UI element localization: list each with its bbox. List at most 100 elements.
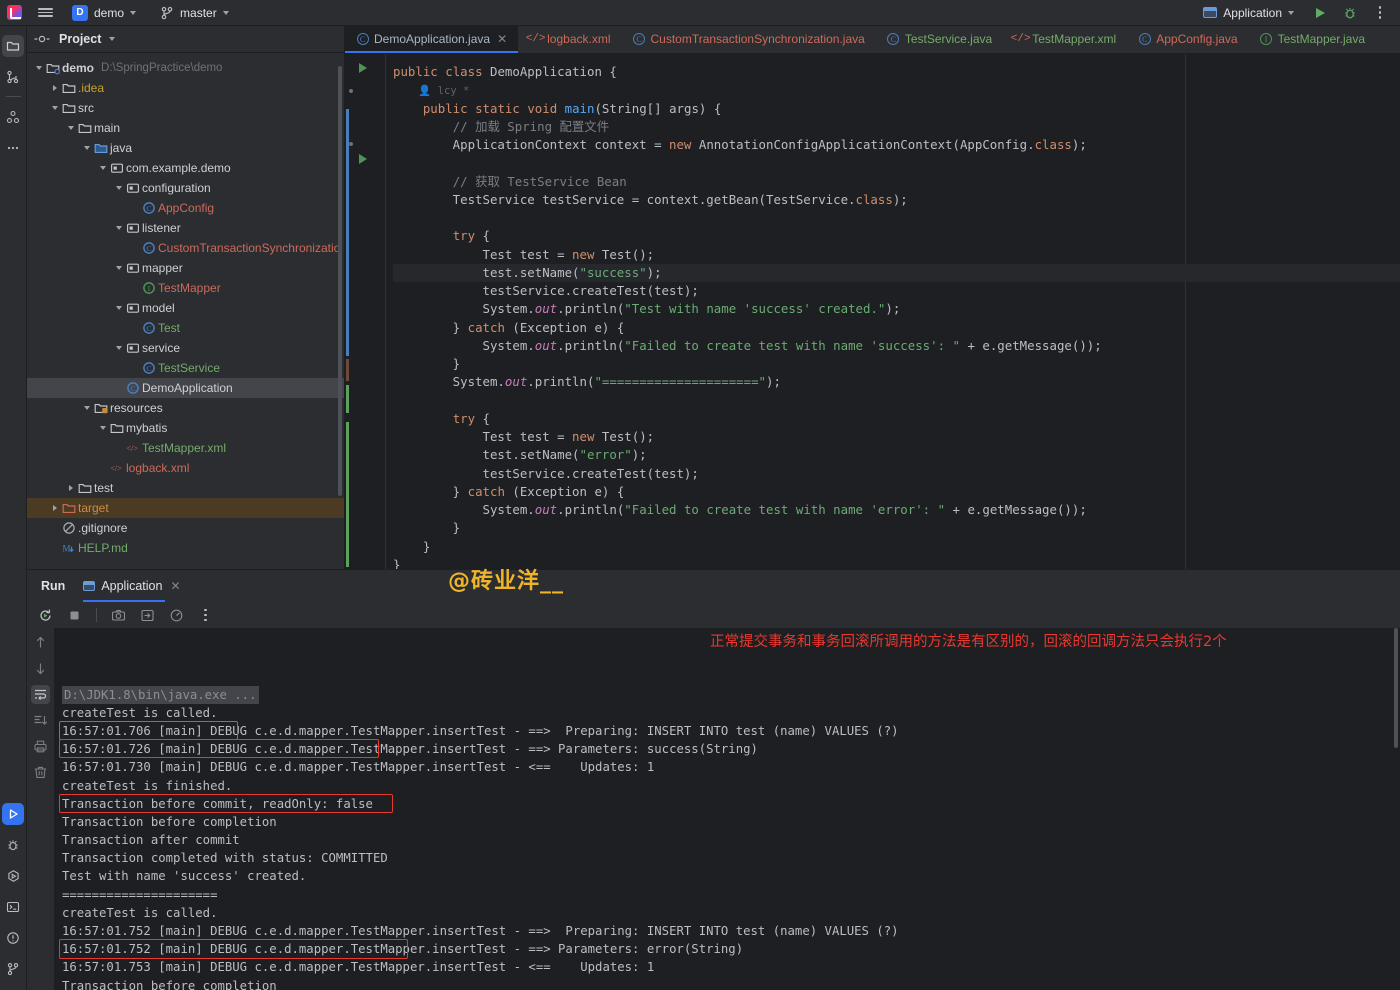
close-icon[interactable]: ✕ [497, 32, 507, 46]
svg-text:</>: </> [126, 444, 138, 453]
tree-item-idea[interactable]: .idea [27, 78, 344, 98]
tree-item-customtransactionsynchronizatio[interactable]: C CustomTransactionSynchronizatio [27, 238, 344, 258]
chevron-down-icon[interactable] [81, 403, 92, 414]
sidebar-item-structure[interactable] [2, 106, 24, 128]
scroll-to-end-button[interactable] [31, 711, 50, 730]
soft-wrap-button[interactable] [31, 685, 50, 704]
editor-tab-bar[interactable]: C DemoApplication.java ✕ </> logback.xml C Cus… [345, 26, 1400, 54]
clear-all-button[interactable] [31, 763, 50, 782]
chevron-down-icon[interactable] [97, 423, 108, 434]
editor-code-area[interactable]: public class DemoApplication { 👤 lcy * p… [393, 54, 1400, 569]
tree-item-test[interactable]: C Test [27, 318, 344, 338]
tree-item-demoapplication[interactable]: C DemoApplication [27, 378, 344, 398]
editor-tab-demoapplication-java[interactable]: C DemoApplication.java ✕ [345, 26, 519, 53]
run-class-gutter-icon[interactable] [359, 63, 367, 73]
code-line: try { [452, 410, 490, 426]
tree-item-mybatis[interactable]: mybatis [27, 418, 344, 438]
run-configuration-selector[interactable]: Application [1197, 4, 1300, 22]
stop-button[interactable] [65, 606, 84, 625]
sidebar-item-run[interactable] [2, 803, 24, 825]
chevron-down-icon[interactable] [65, 123, 76, 134]
run-method-gutter-icon[interactable] [359, 154, 367, 164]
hamburger-menu-icon[interactable] [28, 6, 62, 20]
run-panel-header: Run Application ✕ [27, 570, 1400, 602]
chevron-down-icon[interactable] [81, 143, 92, 154]
tree-item-service[interactable]: service [27, 338, 344, 358]
editor-tab-testmapper-xml[interactable]: </> TestMapper.xml [1003, 26, 1127, 53]
rerun-button[interactable] [36, 606, 55, 625]
tree-item-target[interactable]: target [27, 498, 344, 518]
editor-tab-logback-xml[interactable]: </> logback.xml [518, 26, 621, 53]
chevron-down-icon[interactable] [33, 63, 44, 74]
run-button[interactable] [1310, 3, 1330, 23]
tree-item-test[interactable]: test [27, 478, 344, 498]
chevron-down-icon[interactable] [49, 103, 60, 114]
editor-gutter[interactable] [345, 54, 385, 569]
tree-item-gitignore[interactable]: .gitignore [27, 518, 344, 538]
chevron-down-icon[interactable] [113, 303, 124, 314]
tree-item-listener[interactable]: listener [27, 218, 344, 238]
sidebar-item-problems[interactable] [2, 927, 24, 949]
project-selector[interactable]: D demo [66, 3, 142, 23]
chevron-down-icon[interactable] [113, 343, 124, 354]
screenshot-button[interactable] [109, 606, 128, 625]
chevron-down-icon[interactable] [97, 163, 108, 174]
project-scrollbar[interactable] [338, 66, 342, 496]
project-tree[interactable]: demo D:\SpringPractice\demo .idea src main ja… [27, 53, 344, 569]
scroll-up-button[interactable] [31, 633, 50, 652]
hide-toolwindow-icon[interactable] [33, 30, 51, 48]
tree-item-src[interactable]: src [27, 98, 344, 118]
sidebar-item-debug[interactable] [2, 834, 24, 856]
scroll-down-button[interactable] [31, 659, 50, 678]
tree-item-demo[interactable]: demo D:\SpringPractice\demo [27, 58, 344, 78]
tree-item-resources[interactable]: resources [27, 398, 344, 418]
tree-item-logback-xml[interactable]: </> logback.xml [27, 458, 344, 478]
editor-tab-testservice-java[interactable]: C TestService.java [876, 26, 1003, 53]
chevron-down-icon[interactable] [113, 223, 124, 234]
sidebar-item-more[interactable] [2, 137, 24, 159]
console-line: 16:57:01.752 [main] DEBUG c.e.d.mapper.T… [62, 924, 899, 939]
sidebar-item-git[interactable] [2, 958, 24, 980]
tree-item-appconfig[interactable]: C AppConfig [27, 198, 344, 218]
sidebar-item-services[interactable] [2, 865, 24, 887]
sidebar-item-terminal[interactable] [2, 896, 24, 918]
chevron-down-icon[interactable] [113, 183, 124, 194]
console-scrollbar[interactable] [1394, 628, 1398, 748]
chevron-right-icon[interactable] [49, 83, 60, 94]
code-editor[interactable]: public class DemoApplication { 👤 lcy * p… [345, 54, 1400, 569]
tree-item-label: logback.xml [126, 461, 190, 475]
sidebar-item-commit[interactable] [2, 66, 24, 88]
print-button[interactable] [31, 737, 50, 756]
tree-item-configuration[interactable]: configuration [27, 178, 344, 198]
editor-tab-customtransactionsynchronization-java[interactable]: C CustomTransactionSynchronization.java [621, 26, 875, 53]
vcs-change-marker [346, 385, 349, 413]
editor-tab-appconfig-java[interactable]: C AppConfig.java [1127, 26, 1248, 53]
xml-icon: </> [108, 461, 125, 475]
close-icon[interactable]: ✕ [170, 579, 180, 593]
console-output[interactable]: 正常提交事务和事务回滚所调用的方法是有区别的，回滚的回调方法只会执行2个 D:\… [55, 628, 1400, 990]
tree-item-help-md[interactable]: M HELP.md [27, 538, 344, 558]
tree-item-model[interactable]: model [27, 298, 344, 318]
tree-item-testmapper-xml[interactable]: </> TestMapper.xml [27, 438, 344, 458]
chevron-down-icon[interactable] [113, 263, 124, 274]
tree-item-testmapper[interactable]: I TestMapper [27, 278, 344, 298]
chevron-right-icon[interactable] [49, 503, 60, 514]
run-tab-application[interactable]: Application ✕ [83, 570, 181, 602]
tree-item-testservice[interactable]: C TestService [27, 358, 344, 378]
run-more-button[interactable] [196, 606, 215, 625]
code-vcs-inlay-hint: 👤 lcy * [393, 85, 470, 98]
branch-selector[interactable]: master [154, 4, 235, 22]
export-button[interactable] [138, 606, 157, 625]
chevron-right-icon[interactable] [65, 483, 76, 494]
tree-item-mapper[interactable]: mapper [27, 258, 344, 278]
profiler-button[interactable] [167, 606, 186, 625]
tree-item-java[interactable]: java [27, 138, 344, 158]
tree-item-main[interactable]: main [27, 118, 344, 138]
sidebar-item-project[interactable] [2, 35, 24, 57]
debug-button[interactable] [1340, 3, 1360, 23]
tree-item-com-example-demo[interactable]: com.example.demo [27, 158, 344, 178]
editor-tab-testmapper-java[interactable]: I TestMapper.java [1249, 26, 1376, 53]
more-options-button[interactable] [1370, 3, 1390, 23]
chevron-down-icon[interactable] [109, 37, 116, 41]
